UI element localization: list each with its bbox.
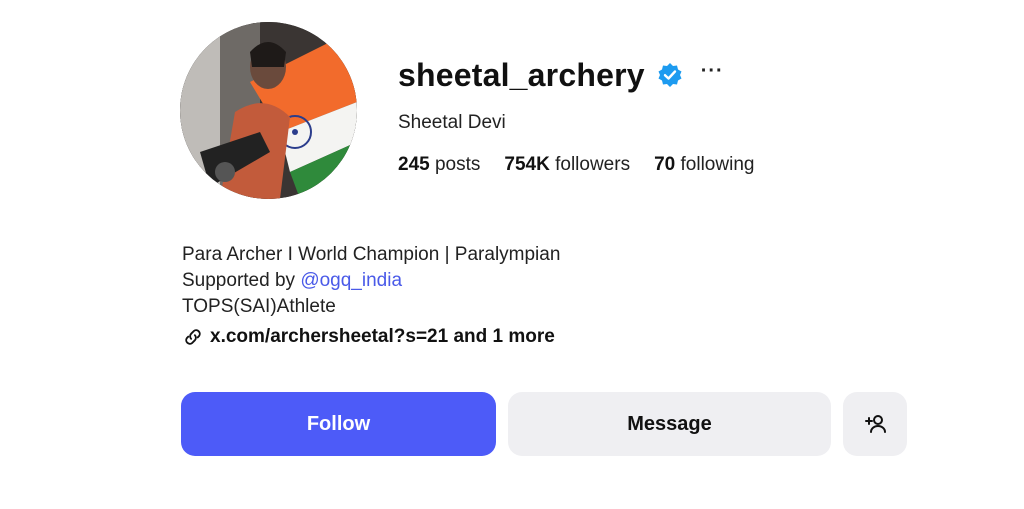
bio-line-1: Para Archer I World Champion | Paralympi…: [182, 244, 561, 265]
mention-link[interactable]: @ogq_india: [300, 270, 402, 291]
followers-count: 754K: [504, 154, 550, 175]
suggested-accounts-button[interactable]: [843, 392, 907, 456]
profile-stats: 245 posts 754K followers 70 following: [398, 154, 778, 176]
username: sheetal_archery: [398, 56, 645, 93]
following-label: following: [680, 154, 755, 175]
bio-line-3: TOPS(SAI)Athlete: [182, 296, 336, 317]
external-link[interactable]: x.com/archersheetal?s=21 and 1 more: [182, 324, 560, 350]
external-link-text: x.com/archersheetal?s=21 and 1 more: [210, 326, 555, 347]
link-icon: [185, 329, 201, 345]
avatar-image: [180, 22, 357, 199]
verified-badge-icon: [657, 62, 683, 88]
posts-count: 245: [398, 154, 430, 175]
name-row: sheetal_archery ···: [398, 52, 778, 98]
following-stat[interactable]: 70 following: [654, 154, 754, 176]
following-count: 70: [654, 154, 676, 175]
follow-button[interactable]: Follow: [181, 392, 496, 456]
message-button[interactable]: Message: [508, 392, 831, 456]
profile-actions: Follow Message: [181, 392, 907, 456]
profile-bio: Para Archer I World Champion | Paralympi…: [182, 242, 560, 350]
profile-page: sheetal_archery ··· Sheetal Devi 245 pos…: [0, 0, 1024, 509]
full-name: Sheetal Devi: [398, 112, 506, 133]
posts-label: posts: [434, 154, 481, 175]
more-options-button[interactable]: ···: [701, 61, 724, 89]
followers-label: followers: [555, 154, 631, 175]
bio-line-2: Supported by @ogq_india: [182, 268, 560, 294]
bio-supported-by: Supported by: [182, 270, 301, 291]
profile-info: sheetal_archery ··· Sheetal Devi 245 pos…: [398, 52, 778, 176]
profile-avatar[interactable]: [180, 22, 357, 199]
add-person-icon: [865, 415, 886, 433]
posts-stat[interactable]: 245 posts: [398, 154, 480, 176]
followers-stat[interactable]: 754K followers: [504, 154, 630, 176]
